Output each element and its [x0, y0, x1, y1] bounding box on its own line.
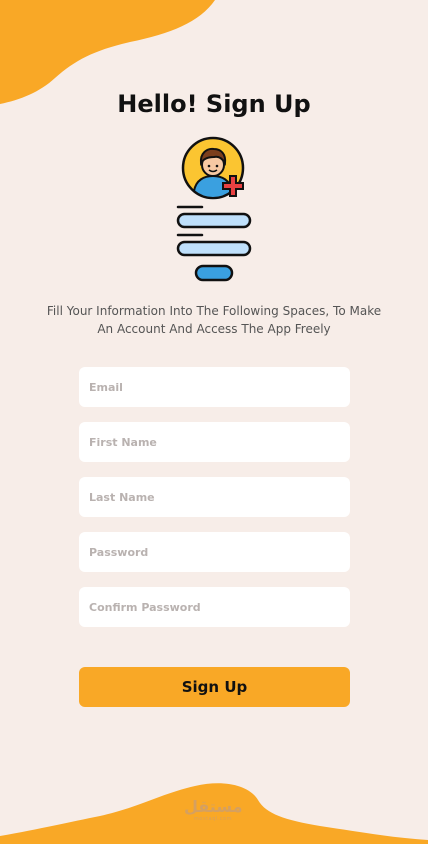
email-field[interactable]	[79, 367, 350, 407]
last-name-field[interactable]	[79, 477, 350, 517]
watermark-logo: مستقل mostaql.com	[184, 797, 243, 823]
page-title: Hello! Sign Up	[117, 90, 311, 118]
watermark-main: مستقل	[184, 797, 243, 816]
signup-screen: Hello! Sign Up Fill Your Information Int…	[0, 0, 428, 844]
confirm-password-field[interactable]	[79, 587, 350, 627]
first-name-field[interactable]	[79, 422, 350, 462]
watermark-sub: mostaql.com	[194, 816, 232, 822]
page-subtitle: Fill Your Information Into The Following…	[46, 304, 382, 336]
user-add-form-icon	[176, 136, 252, 282]
sign-up-button[interactable]: Sign Up	[79, 667, 350, 707]
password-field[interactable]	[79, 532, 350, 572]
